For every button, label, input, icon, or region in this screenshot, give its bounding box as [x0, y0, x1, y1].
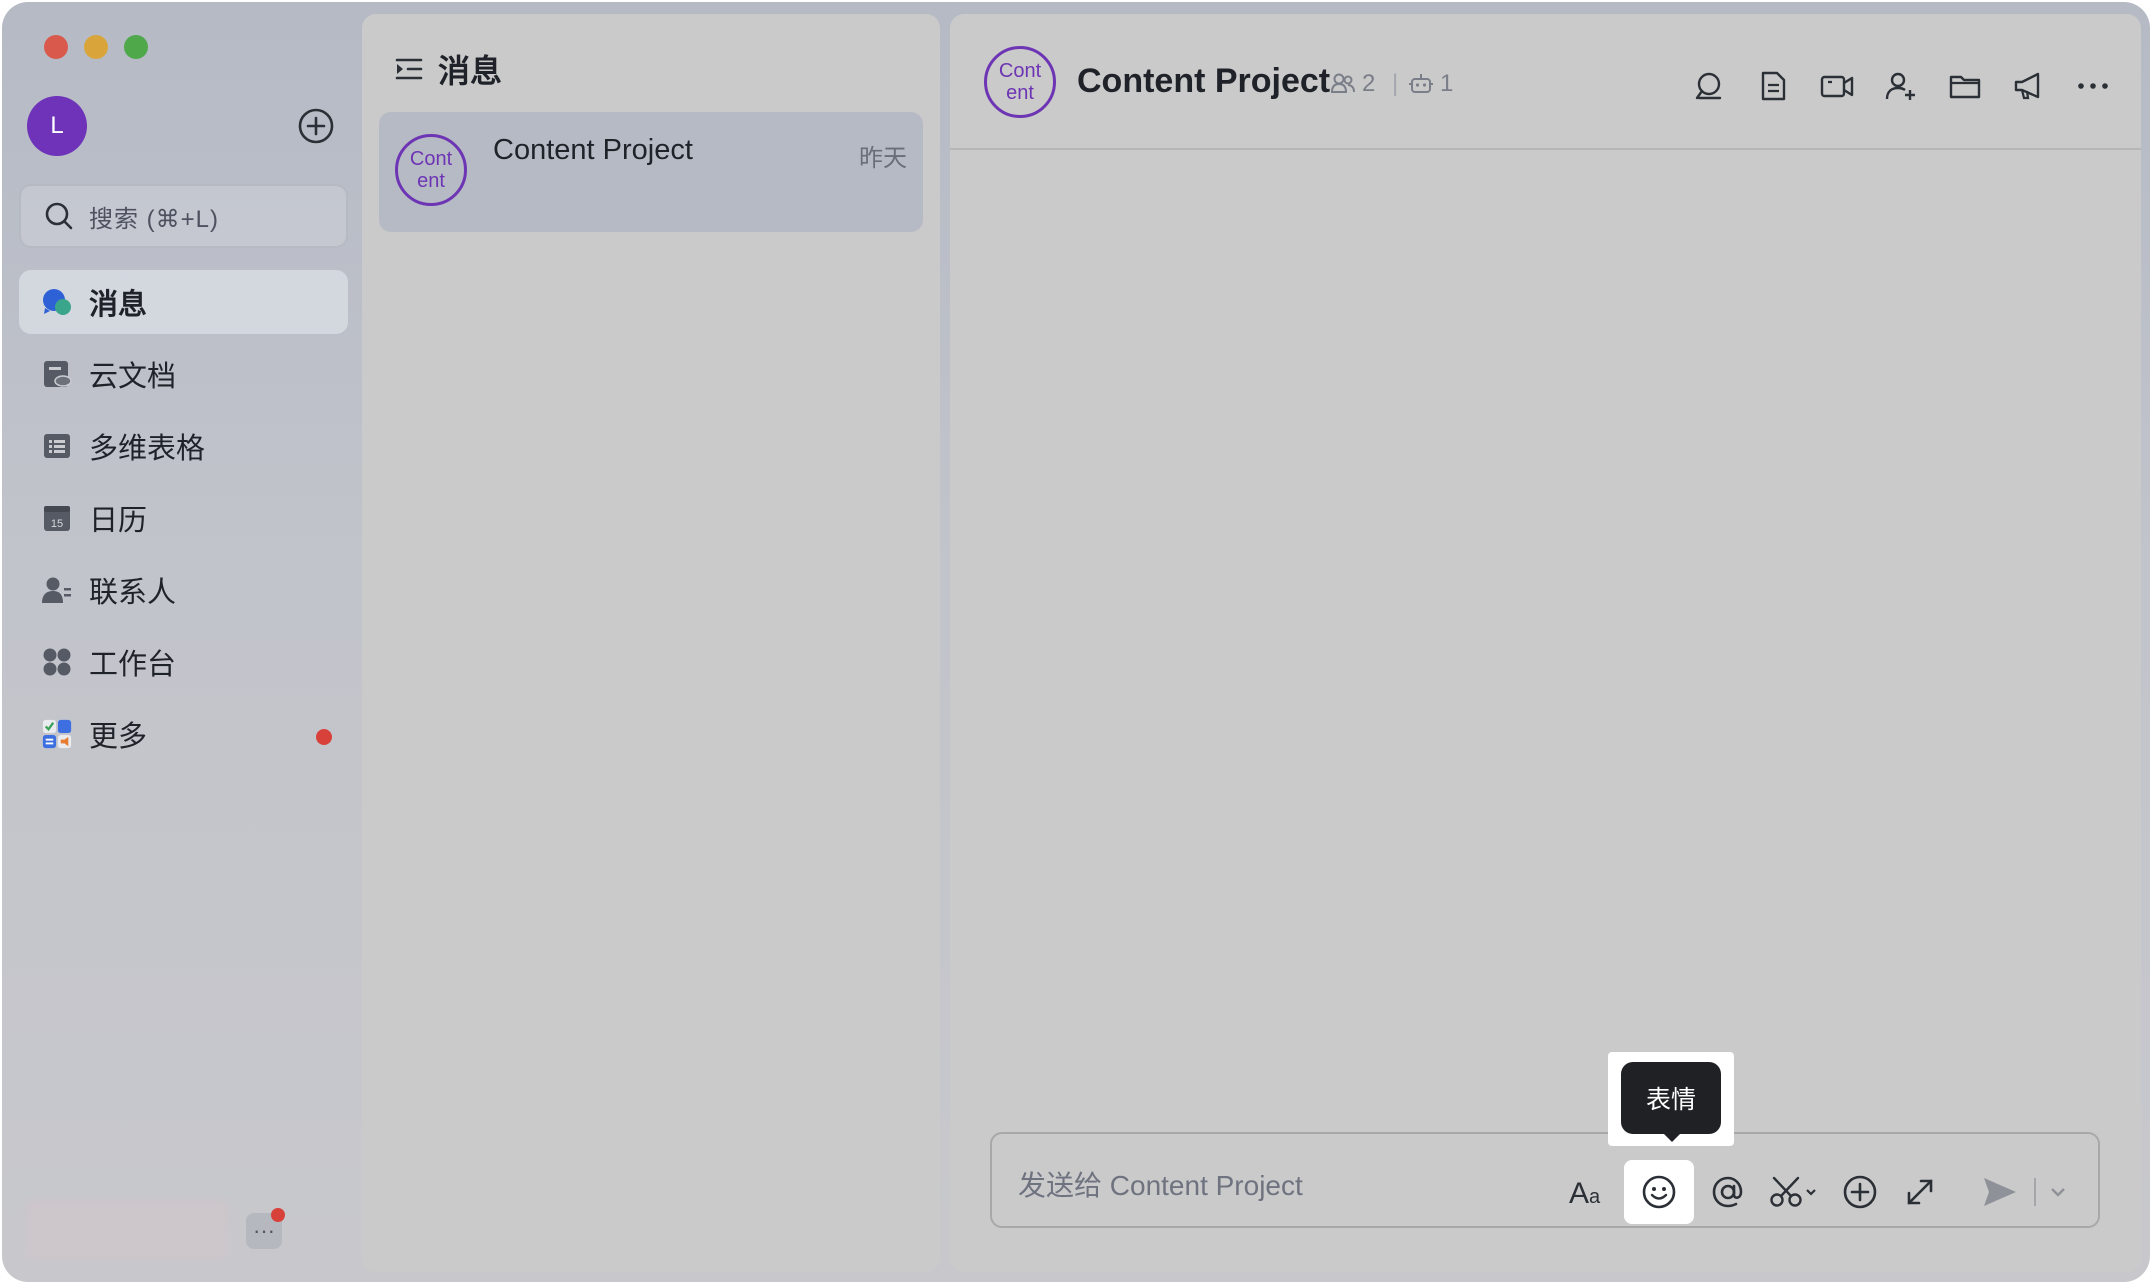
sidebar-item-docs[interactable]: 云文档 — [19, 342, 348, 406]
message-composer[interactable]: 发送给 Content Project A a — [990, 1132, 2100, 1228]
notification-badge — [271, 1208, 285, 1222]
bot-icon — [1409, 74, 1433, 93]
search-icon — [45, 202, 73, 230]
emoji-button[interactable] — [1624, 1160, 1694, 1224]
minimize-window-button[interactable] — [84, 35, 108, 59]
list-title: 消息 — [438, 53, 503, 89]
message-bubble-icon — [41, 286, 73, 318]
cloud-doc-icon — [41, 358, 73, 390]
sidebar-item-contacts[interactable]: 联系人 — [19, 558, 348, 622]
screenshot-icon[interactable] — [1768, 1172, 1820, 1212]
svg-text:A: A — [1569, 1177, 1589, 1208]
app-window: L 搜索 (⌘+L) 消息 云文档 多维表格 15 日历 联系人 工作台 更多 … — [2, 2, 2150, 1282]
sidebar-item-more[interactable]: 更多 — [19, 702, 348, 766]
tooltip-arrow — [1662, 1132, 1682, 1142]
add-button[interactable] — [297, 107, 335, 145]
doc-icon[interactable] — [1755, 68, 1791, 104]
member-count[interactable]: 2 — [1330, 70, 1375, 98]
announcement-icon[interactable] — [2011, 68, 2047, 104]
composer-placeholder: 发送给 Content Project — [1018, 1170, 1303, 1201]
meta-divider: | — [1392, 70, 1399, 97]
folder-icon[interactable] — [1947, 68, 1983, 104]
font-style-icon[interactable]: A a — [1566, 1172, 1610, 1212]
expand-icon[interactable] — [1900, 1172, 1940, 1212]
send-options-chevron-down-icon[interactable] — [2046, 1172, 2070, 1212]
chat-title[interactable]: Content Project — [1077, 62, 1330, 101]
sidebar-item-calendar[interactable]: 15 日历 — [19, 486, 348, 550]
conversation-list-panel: 消息 Cont ent Content Project 昨天 — [362, 14, 940, 1272]
emoji-tooltip: 表情 — [1621, 1062, 1721, 1134]
sidebar-item-label: 日历 — [89, 505, 148, 537]
composer-toolbar: A a — [1546, 1160, 2070, 1224]
more-apps-icon — [41, 718, 73, 750]
more-icon: ··· — [253, 1218, 275, 1243]
svg-text:15: 15 — [51, 518, 63, 530]
chat-header: Cont ent Content Project 2 | 1 — [950, 14, 2141, 150]
svg-text:a: a — [1589, 1186, 1601, 1208]
chat-panel: Cont ent Content Project 2 | 1 发送给 Conte… — [950, 14, 2141, 1272]
list-item[interactable]: Cont ent Content Project 昨天 — [379, 112, 923, 232]
header-toolbar — [1663, 68, 2111, 104]
search-icon[interactable] — [1691, 68, 1727, 104]
sidebar-item-base[interactable]: 多维表格 — [19, 414, 348, 478]
more-icon[interactable] — [2075, 68, 2111, 104]
mention-icon[interactable] — [1708, 1172, 1748, 1212]
add-member-icon[interactable] — [1883, 68, 1919, 104]
sidebar-item-label: 云文档 — [89, 361, 177, 393]
collapse-list-icon[interactable] — [394, 54, 424, 84]
sidebar-item-label: 消息 — [89, 289, 148, 321]
blurred-area — [26, 1200, 229, 1260]
video-icon[interactable] — [1819, 68, 1855, 104]
list-header: 消息 — [394, 46, 502, 92]
workplace-icon — [41, 646, 73, 678]
sidebar-item-label: 更多 — [89, 721, 148, 753]
plus-circle-icon — [298, 108, 334, 144]
emoji-icon — [1642, 1175, 1676, 1209]
send-icon[interactable] — [1980, 1172, 2020, 1212]
members-icon — [1330, 73, 1355, 93]
notification-badge — [316, 729, 332, 745]
chat-avatar[interactable]: Cont ent — [984, 46, 1056, 118]
add-icon[interactable] — [1840, 1172, 1880, 1212]
sidebar-item-messages[interactable]: 消息 — [19, 270, 348, 334]
sidebar-item-label: 多维表格 — [89, 433, 206, 465]
zoom-window-button[interactable] — [124, 35, 148, 59]
user-avatar[interactable]: L — [27, 96, 87, 156]
send-divider — [2034, 1178, 2036, 1206]
conversation-name: Content Project — [493, 134, 693, 166]
close-window-button[interactable] — [44, 35, 68, 59]
calendar-icon: 15 — [41, 502, 73, 534]
contacts-icon — [41, 574, 73, 606]
sidebar-item-label: 联系人 — [89, 577, 177, 609]
search-input[interactable]: 搜索 (⌘+L) — [19, 184, 348, 248]
bot-count[interactable]: 1 — [1408, 70, 1453, 98]
conversation-avatar: Cont ent — [395, 134, 467, 206]
search-placeholder: 搜索 (⌘+L) — [89, 205, 220, 233]
base-table-icon — [41, 430, 73, 462]
conversation-time: 昨天 — [859, 145, 907, 172]
sidebar-item-label: 工作台 — [89, 649, 177, 681]
sidebar-item-workplace[interactable]: 工作台 — [19, 630, 348, 694]
